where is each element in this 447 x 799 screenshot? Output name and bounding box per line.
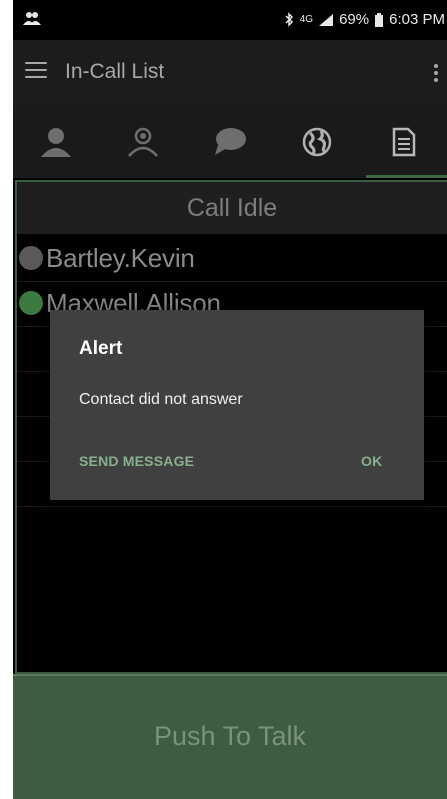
page-title: In-Call List xyxy=(65,60,165,83)
overflow-menu-icon[interactable] xyxy=(433,64,439,84)
tab-contacts[interactable] xyxy=(13,106,100,178)
battery-percent: 69% xyxy=(339,11,370,28)
globe-icon xyxy=(302,127,332,157)
contact-name: Bartley.Kevin xyxy=(46,242,195,273)
chat-bubble-icon xyxy=(214,128,246,155)
list-item[interactable]: Bartley.Kevin xyxy=(19,242,195,274)
network-type-icon: 4G xyxy=(299,14,314,25)
dialog-message: Contact did not answer xyxy=(79,391,243,408)
push-to-talk-button[interactable]: Push To Talk xyxy=(13,674,447,799)
group-icon xyxy=(128,127,159,157)
app-bar: In-Call List xyxy=(13,40,447,106)
tab-global[interactable] xyxy=(273,106,360,178)
signal-icon xyxy=(319,13,334,26)
person-icon xyxy=(41,128,72,157)
ptt-divider xyxy=(13,674,447,676)
presence-dot xyxy=(19,291,43,315)
tab-groups[interactable] xyxy=(100,106,187,178)
bluetooth-icon xyxy=(285,12,293,27)
hamburger-menu-icon[interactable] xyxy=(25,62,47,80)
tab-in-call-list[interactable] xyxy=(360,106,447,178)
contacts-notification-icon xyxy=(23,12,41,25)
send-message-button[interactable]: SEND MESSAGE xyxy=(79,453,194,469)
push-to-talk-label: Push To Talk xyxy=(153,721,307,751)
presence-dot xyxy=(19,246,43,270)
status-bar: 4G 69% 6:03 PM xyxy=(13,0,447,40)
call-status-header: Call Idle xyxy=(17,182,447,234)
document-icon xyxy=(392,127,415,157)
row-divider xyxy=(17,506,447,507)
tab-bar xyxy=(13,106,447,178)
clock: 6:03 PM xyxy=(389,11,445,28)
battery-icon xyxy=(375,12,384,27)
phone-screen: 4G 69% 6:03 PM In-Call List Call Idle Ba… xyxy=(13,0,447,799)
dialog-title: Alert xyxy=(79,338,123,359)
row-divider xyxy=(17,281,447,282)
alert-dialog: Alert Contact did not answer SEND MESSAG… xyxy=(50,310,424,500)
tab-messages[interactable] xyxy=(187,106,274,178)
ok-button[interactable]: OK xyxy=(361,453,382,469)
